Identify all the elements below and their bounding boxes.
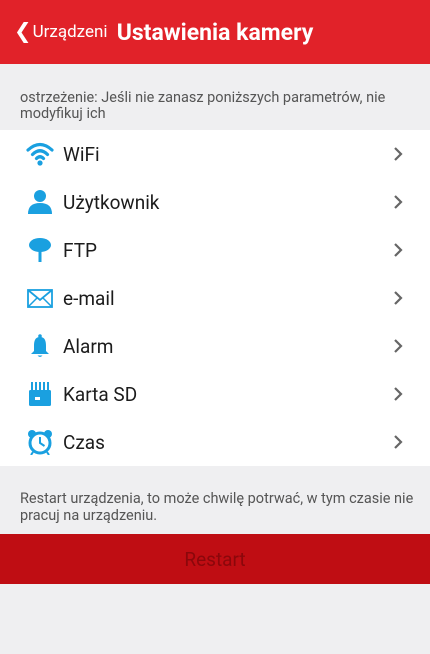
wifi-icon <box>25 141 55 167</box>
chevron-right-icon <box>390 146 406 162</box>
chevron-right-icon <box>390 242 406 258</box>
menu-item-label: Użytkownik <box>63 190 160 214</box>
menu-item-time[interactable]: Czas <box>0 418 430 466</box>
chevron-right-icon <box>390 434 406 450</box>
menu-item-label: Karta SD <box>63 382 138 406</box>
menu-item-alarm[interactable]: Alarm <box>0 322 430 370</box>
menu-item-wifi[interactable]: WiFi <box>0 130 430 178</box>
chevron-left-icon: ❮ <box>14 19 32 44</box>
chevron-right-icon <box>390 194 406 210</box>
chevron-right-icon <box>390 290 406 306</box>
chevron-right-icon <box>390 338 406 354</box>
alarm-clock-icon <box>25 429 55 455</box>
ftp-icon <box>25 237 55 263</box>
user-icon <box>25 189 55 215</box>
restart-button[interactable]: Restart <box>0 534 430 584</box>
back-button[interactable]: ❮ Urządzeni <box>14 0 108 64</box>
menu-item-sd-card[interactable]: Karta SD <box>0 370 430 418</box>
menu-item-label: Alarm <box>63 334 114 358</box>
menu-item-label: FTP <box>63 238 98 262</box>
sd-card-icon <box>25 381 55 407</box>
menu-item-label: e-mail <box>63 286 115 310</box>
menu-item-label: Czas <box>63 430 105 454</box>
header-bar: ❮ Urządzeni Ustawienia kamery <box>0 0 430 64</box>
warning-text: ostrzeżenie: Jeśli nie zanasz poniższych… <box>20 89 386 122</box>
menu-item-user[interactable]: Użytkownik <box>0 178 430 226</box>
settings-menu: WiFi Użytkownik FTP e-mail Alarm Karta S… <box>0 130 430 466</box>
menu-item-ftp[interactable]: FTP <box>0 226 430 274</box>
bell-icon <box>25 333 55 359</box>
mail-icon <box>25 285 55 311</box>
menu-item-email[interactable]: e-mail <box>0 274 430 322</box>
back-label: Urządzeni <box>32 22 108 42</box>
restart-note: Restart urządzenia, to może chwilę potrw… <box>20 490 414 524</box>
menu-item-label: WiFi <box>63 142 100 166</box>
chevron-right-icon <box>390 386 406 402</box>
